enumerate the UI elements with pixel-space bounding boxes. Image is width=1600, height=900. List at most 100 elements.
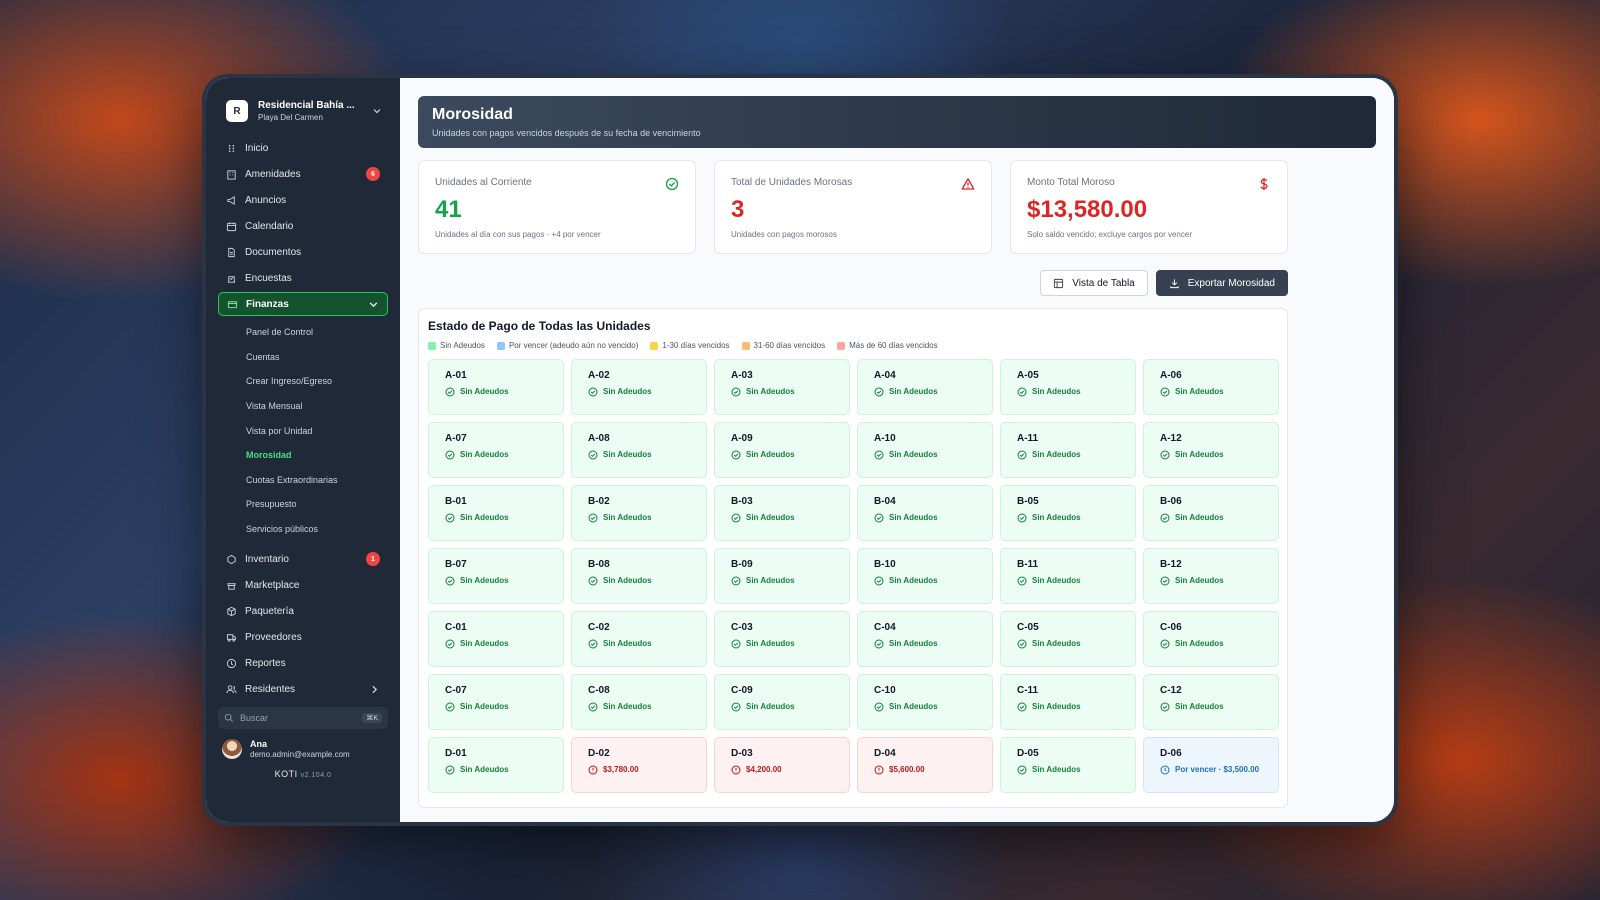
unit-card[interactable]: A-02 Sin Adeudos bbox=[571, 359, 707, 415]
inventory-icon bbox=[227, 554, 236, 565]
unit-card[interactable]: A-11 Sin Adeudos bbox=[1000, 422, 1136, 478]
unit-card[interactable]: B-07 Sin Adeudos bbox=[428, 548, 564, 604]
unit-card[interactable]: C-06 Sin Adeudos bbox=[1143, 611, 1279, 667]
nav-item-amenidades[interactable]: Amenidades 6 bbox=[218, 162, 388, 186]
unit-card[interactable]: C-07 Sin Adeudos bbox=[428, 674, 564, 730]
unit-card[interactable]: D-06 Por vencer · $3,500.00 bbox=[1143, 737, 1279, 793]
table-view-button[interactable]: Vista de Tabla bbox=[1040, 270, 1148, 296]
unit-card[interactable]: C-12 Sin Adeudos bbox=[1143, 674, 1279, 730]
card-label: Total de Unidades Morosas bbox=[731, 177, 853, 188]
unit-card[interactable]: C-04 Sin Adeudos bbox=[857, 611, 993, 667]
unit-card[interactable]: A-07 Sin Adeudos bbox=[428, 422, 564, 478]
unit-card[interactable]: A-06 Sin Adeudos bbox=[1143, 359, 1279, 415]
unit-card[interactable]: A-12 Sin Adeudos bbox=[1143, 422, 1279, 478]
nav-item-proveedores[interactable]: Proveedores bbox=[218, 625, 388, 649]
unit-card[interactable]: C-09 Sin Adeudos bbox=[714, 674, 850, 730]
unit-card[interactable]: B-08 Sin Adeudos bbox=[571, 548, 707, 604]
sub-item-panel-de-control[interactable]: Panel de Control bbox=[246, 320, 388, 345]
nav-item-residentes[interactable]: Residentes bbox=[218, 677, 388, 701]
unit-card[interactable]: D-04 $5,600.00 bbox=[857, 737, 993, 793]
unit-status: Sin Adeudos bbox=[445, 576, 547, 586]
unit-card[interactable]: B-02 Sin Adeudos bbox=[571, 485, 707, 541]
unit-card[interactable]: B-04 Sin Adeudos bbox=[857, 485, 993, 541]
nav-item-inventario[interactable]: Inventario 1 bbox=[218, 547, 388, 571]
nav-item-encuestas[interactable]: Encuestas bbox=[218, 266, 388, 290]
alert-circle-icon bbox=[874, 765, 884, 775]
unit-card[interactable]: A-04 Sin Adeudos bbox=[857, 359, 993, 415]
legend-label: Más de 60 días vencidos bbox=[849, 341, 938, 350]
unit-id: C-11 bbox=[1017, 685, 1039, 696]
unit-card[interactable]: C-11 Sin Adeudos bbox=[1000, 674, 1136, 730]
user-profile[interactable]: Ana demo.admin@example.com bbox=[218, 729, 388, 763]
unit-card[interactable]: B-06 Sin Adeudos bbox=[1143, 485, 1279, 541]
unit-card[interactable]: A-09 Sin Adeudos bbox=[714, 422, 850, 478]
sub-item-cuotas-extraordinarias[interactable]: Cuotas Extraordinarias bbox=[246, 468, 388, 493]
unit-card[interactable]: D-05 Sin Adeudos bbox=[1000, 737, 1136, 793]
nav-label: Amenidades bbox=[245, 168, 301, 180]
unit-status: Sin Adeudos bbox=[731, 513, 833, 523]
unit-id: A-09 bbox=[731, 433, 753, 444]
legend-item: Por vencer (adeudo aún no vencido) bbox=[496, 341, 638, 350]
nav-item-marketplace[interactable]: Marketplace bbox=[218, 573, 388, 597]
unit-status: Sin Adeudos bbox=[1017, 387, 1119, 397]
unit-card[interactable]: B-01 Sin Adeudos bbox=[428, 485, 564, 541]
sub-item-vista-mensual[interactable]: Vista Mensual bbox=[246, 394, 388, 419]
sub-item-vista-por-unidad[interactable]: Vista por Unidad bbox=[246, 418, 388, 443]
sub-item-presupuesto[interactable]: Presupuesto bbox=[246, 492, 388, 517]
unit-card[interactable]: A-05 Sin Adeudos bbox=[1000, 359, 1136, 415]
unit-card[interactable]: A-01 Sin Adeudos bbox=[428, 359, 564, 415]
export-button[interactable]: Exportar Morosidad bbox=[1155, 270, 1288, 296]
unit-card[interactable]: B-12 Sin Adeudos bbox=[1143, 548, 1279, 604]
unit-status: Sin Adeudos bbox=[1017, 450, 1119, 460]
sub-item-servicios-publicos[interactable]: Servicios públicos bbox=[246, 517, 388, 542]
unit-card[interactable]: C-05 Sin Adeudos bbox=[1000, 611, 1136, 667]
unit-status-label: Sin Adeudos bbox=[1175, 639, 1224, 648]
sidebar: R Residencial Bahía ... Playa Del Carmen… bbox=[206, 78, 400, 822]
unit-card[interactable]: A-08 Sin Adeudos bbox=[571, 422, 707, 478]
unit-id: C-02 bbox=[588, 622, 610, 633]
unit-card[interactable]: C-01 Sin Adeudos bbox=[428, 611, 564, 667]
legend-item: 31-60 días vencidos bbox=[741, 341, 825, 350]
nav-item-documentos[interactable]: Documentos bbox=[218, 240, 388, 264]
unit-status-label: $4,200.00 bbox=[746, 765, 782, 774]
nav-item-paqueteria[interactable]: Paquetería bbox=[218, 599, 388, 623]
unit-card[interactable]: B-05 Sin Adeudos bbox=[1000, 485, 1136, 541]
notification-badge: 1 bbox=[366, 552, 380, 567]
unit-card[interactable]: D-03 $4,200.00 bbox=[714, 737, 850, 793]
unit-card[interactable]: B-11 Sin Adeudos bbox=[1000, 548, 1136, 604]
unit-card[interactable]: D-02 $3,780.00 bbox=[571, 737, 707, 793]
unit-card[interactable]: C-02 Sin Adeudos bbox=[571, 611, 707, 667]
unit-card[interactable]: B-09 Sin Adeudos bbox=[714, 548, 850, 604]
check-circle-icon bbox=[1017, 387, 1027, 397]
unit-card[interactable]: C-10 Sin Adeudos bbox=[857, 674, 993, 730]
unit-status-label: Sin Adeudos bbox=[746, 576, 795, 585]
unit-card[interactable]: C-08 Sin Adeudos bbox=[571, 674, 707, 730]
sub-item-crear-ingreso-egreso[interactable]: Crear Ingreso/Egreso bbox=[246, 369, 388, 394]
unit-id: A-05 bbox=[1017, 370, 1039, 381]
unit-status: Sin Adeudos bbox=[445, 765, 547, 775]
nav-item-inicio[interactable]: Inicio bbox=[218, 136, 388, 160]
unit-card[interactable]: B-03 Sin Adeudos bbox=[714, 485, 850, 541]
nav-label: Inventario bbox=[245, 553, 289, 565]
unit-id: B-04 bbox=[874, 496, 896, 507]
sub-item-cuentas[interactable]: Cuentas bbox=[246, 345, 388, 370]
sub-item-morosidad[interactable]: Morosidad bbox=[246, 443, 388, 468]
nav-item-finanzas[interactable]: Finanzas bbox=[218, 292, 388, 316]
download-icon bbox=[1170, 278, 1179, 288]
unit-card[interactable]: C-03 Sin Adeudos bbox=[714, 611, 850, 667]
unit-status-label: Sin Adeudos bbox=[889, 639, 938, 648]
unit-card[interactable]: B-10 Sin Adeudos bbox=[857, 548, 993, 604]
unit-id: B-10 bbox=[874, 559, 896, 570]
unit-card[interactable]: D-01 Sin Adeudos bbox=[428, 737, 564, 793]
unit-status-label: Sin Adeudos bbox=[460, 387, 509, 396]
nav-item-anuncios[interactable]: Anuncios bbox=[218, 188, 388, 212]
search-input[interactable]: Buscar ⌘K bbox=[218, 707, 388, 730]
unit-card[interactable]: A-10 Sin Adeudos bbox=[857, 422, 993, 478]
unit-id: C-07 bbox=[445, 685, 467, 696]
nav-item-calendario[interactable]: Calendario bbox=[218, 214, 388, 238]
nav-item-reportes[interactable]: Reportes bbox=[218, 651, 388, 675]
unit-card[interactable]: A-03 Sin Adeudos bbox=[714, 359, 850, 415]
org-switcher[interactable]: R Residencial Bahía ... Playa Del Carmen bbox=[218, 90, 388, 136]
report-icon bbox=[226, 658, 237, 668]
unit-id: A-12 bbox=[1160, 433, 1182, 444]
